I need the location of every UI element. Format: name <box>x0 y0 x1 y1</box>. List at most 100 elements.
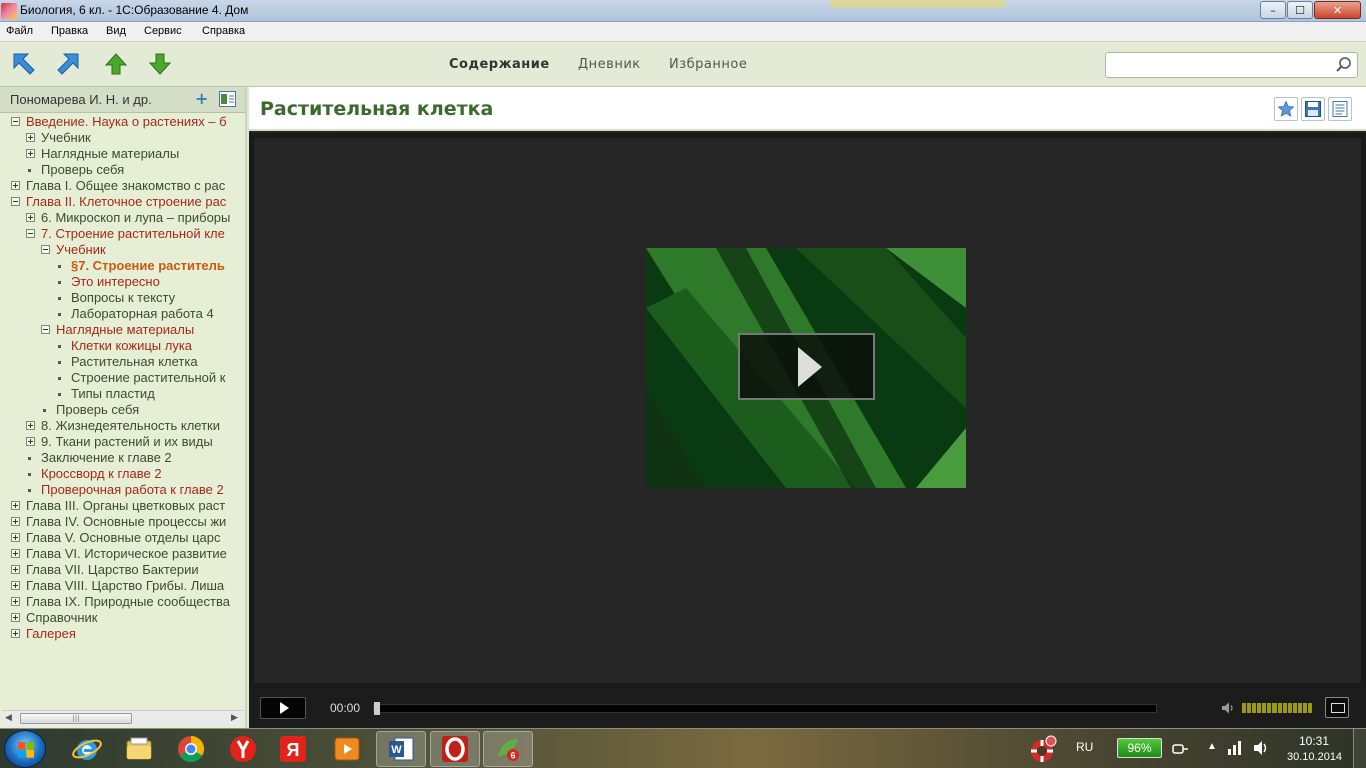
expand-plus-icon[interactable] <box>11 517 20 526</box>
collapse-minus-icon[interactable] <box>41 325 50 334</box>
expand-plus-icon[interactable] <box>26 133 35 142</box>
language-indicator[interactable]: RU <box>1076 740 1093 754</box>
tree-item[interactable]: Справочник <box>0 610 244 626</box>
expand-plus-icon[interactable] <box>11 533 20 542</box>
tree-item[interactable]: Глава IV. Основные процессы жи <box>0 514 244 530</box>
taskbar-yandex-browser[interactable] <box>218 731 268 767</box>
expand-plus-icon[interactable] <box>26 213 35 222</box>
expand-plus-icon[interactable] <box>11 597 20 606</box>
tree-item[interactable]: Глава II. Клеточное строение рас <box>0 194 244 210</box>
video-play-overlay[interactable] <box>738 333 875 400</box>
tree-item[interactable]: 9. Ткани растений и их виды <box>0 434 244 450</box>
fullscreen-button[interactable] <box>1325 697 1349 718</box>
menu-service[interactable]: Сервис <box>144 25 182 37</box>
scroll-left-icon[interactable]: ◀ <box>5 713 12 723</box>
tree-item[interactable]: Кроссворд к главе 2 <box>0 466 244 482</box>
book-icon[interactable] <box>219 91 236 107</box>
tree-item[interactable]: Глава III. Органы цветковых раст <box>0 498 244 514</box>
minimize-button[interactable]: – <box>1260 1 1286 19</box>
tree-item[interactable]: Наглядные материалы <box>0 322 244 338</box>
expand-plus-icon[interactable] <box>11 565 20 574</box>
taskbar-internet-explorer[interactable] <box>62 731 112 767</box>
menu-view[interactable]: Вид <box>106 25 126 37</box>
tree-item[interactable]: Глава VI. Историческое развитие <box>0 546 244 562</box>
show-hidden-icons-icon[interactable]: ▲ <box>1207 741 1217 752</box>
save-button[interactable] <box>1301 97 1325 121</box>
expand-plus-icon[interactable] <box>26 149 35 158</box>
speaker-icon[interactable] <box>1252 739 1270 757</box>
scroll-right-icon[interactable]: ▶ <box>231 713 238 723</box>
menu-file[interactable]: Файл <box>6 25 33 37</box>
down-button[interactable] <box>145 49 175 79</box>
tree-item[interactable]: Глава VII. Царство Бактерии <box>0 562 244 578</box>
tab-favorites[interactable]: Избранное <box>669 57 747 72</box>
up-button[interactable] <box>101 49 131 79</box>
taskbar-opera[interactable] <box>430 731 480 767</box>
network-icon[interactable] <box>1226 739 1244 757</box>
tree-item[interactable]: Проверочная работа к главе 2 <box>0 482 244 498</box>
tree-item[interactable]: 6. Микроскоп и лупа – приборы <box>0 210 244 226</box>
tree-item[interactable]: 8. Жизнедеятельность клетки <box>0 418 244 434</box>
tree-item[interactable]: Галерея <box>0 626 244 642</box>
expand-plus-icon[interactable] <box>11 629 20 638</box>
start-button[interactable] <box>4 730 46 768</box>
scrollbar-thumb[interactable]: ||| <box>20 713 132 724</box>
seek-handle[interactable] <box>374 702 380 715</box>
forward-button[interactable] <box>53 49 83 79</box>
expand-plus-icon[interactable] <box>11 613 20 622</box>
tree-item[interactable]: Глава VIII. Царство Грибы. Лиша <box>0 578 244 594</box>
tree-item[interactable]: §7. Строение раститель <box>0 258 244 274</box>
taskbar-file-explorer[interactable] <box>114 731 164 767</box>
tab-contents[interactable]: Содержание <box>449 57 550 72</box>
tree-item[interactable]: Наглядные материалы <box>0 146 244 162</box>
expand-plus-icon[interactable] <box>11 549 20 558</box>
expand-plus-icon[interactable] <box>26 421 35 430</box>
collapse-minus-icon[interactable] <box>41 245 50 254</box>
search-icon[interactable] <box>1335 56 1353 74</box>
taskbar-1c-education[interactable]: 6 <box>483 731 533 767</box>
tree-item[interactable]: Клетки кожицы лука <box>0 338 244 354</box>
tree-item[interactable]: Введение. Наука о растениях – б <box>0 114 244 130</box>
tab-diary[interactable]: Дневник <box>578 57 641 72</box>
tree-item[interactable]: Растительная клетка <box>0 354 244 370</box>
add-plus-icon[interactable]: + <box>195 91 209 107</box>
battery-indicator[interactable]: 96% <box>1117 738 1162 758</box>
add-to-favorites-button[interactable] <box>1274 97 1298 121</box>
menu-help[interactable]: Справка <box>202 25 245 37</box>
tree-item[interactable]: Глава V. Основные отделы царс <box>0 530 244 546</box>
tree-item[interactable]: Учебник <box>0 130 244 146</box>
clock-date[interactable]: 30.10.2014 <box>1287 751 1342 763</box>
taskbar-chrome[interactable] <box>166 731 216 767</box>
lifebuoy-tray-icon[interactable] <box>1026 733 1058 765</box>
taskbar-yandex[interactable]: Я <box>268 731 318 767</box>
collapse-minus-icon[interactable] <box>11 117 20 126</box>
menu-edit[interactable]: Правка <box>51 25 88 37</box>
tree-item[interactable]: Заключение к главе 2 <box>0 450 244 466</box>
sidebar-horizontal-scrollbar[interactable]: ◀ ||| ▶ <box>2 710 243 726</box>
back-button[interactable] <box>9 49 39 79</box>
show-desktop-button[interactable] <box>1353 729 1366 768</box>
tree-item[interactable]: Глава I. Общее знакомство с рас <box>0 178 244 194</box>
volume-icon[interactable] <box>1221 701 1235 715</box>
clock-time[interactable]: 10:31 <box>1299 734 1329 748</box>
tree-item[interactable]: Глава IX. Природные сообщества <box>0 594 244 610</box>
tree-item[interactable]: Проверь себя <box>0 402 244 418</box>
volume-slider[interactable] <box>1242 703 1313 713</box>
play-button[interactable] <box>260 697 306 719</box>
tree-item[interactable]: Строение растительной к <box>0 370 244 386</box>
expand-plus-icon[interactable] <box>11 501 20 510</box>
collapse-minus-icon[interactable] <box>11 197 20 206</box>
tree-item[interactable]: Это интересно <box>0 274 244 290</box>
search-input[interactable] <box>1110 56 1330 74</box>
expand-plus-icon[interactable] <box>11 181 20 190</box>
tree-item[interactable]: Типы пластид <box>0 386 244 402</box>
seek-bar[interactable] <box>373 704 1157 713</box>
tree-item[interactable]: Вопросы к тексту <box>0 290 244 306</box>
close-button[interactable]: ✕ <box>1314 1 1361 19</box>
tree-item[interactable]: 7. Строение растительной кле <box>0 226 244 242</box>
expand-plus-icon[interactable] <box>11 581 20 590</box>
tree-item[interactable]: Учебник <box>0 242 244 258</box>
notes-button[interactable] <box>1328 97 1352 121</box>
taskbar-media-player[interactable] <box>322 731 372 767</box>
tree-item[interactable]: Проверь себя <box>0 162 244 178</box>
